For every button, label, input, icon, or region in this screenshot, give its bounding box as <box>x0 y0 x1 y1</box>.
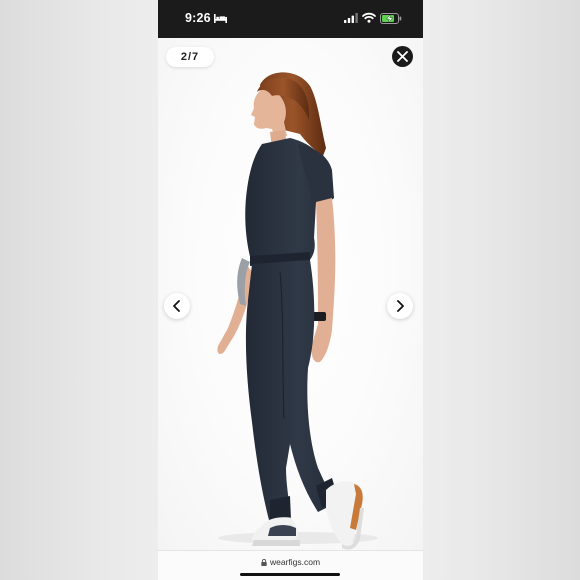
battery-charging-icon <box>380 13 402 24</box>
home-indicator[interactable] <box>240 573 340 576</box>
next-image-button[interactable] <box>387 293 413 319</box>
status-bar: 9:26 <box>158 0 423 38</box>
product-photo-model-jumpsuit <box>217 72 378 550</box>
chevron-right-icon <box>397 300 404 312</box>
status-time: 9:26 <box>185 11 211 25</box>
lock-icon <box>261 559 267 566</box>
wifi-icon <box>362 12 376 23</box>
image-counter: 2/7 <box>166 47 214 67</box>
close-icon <box>397 51 408 62</box>
bed-icon <box>214 14 227 23</box>
chevron-left-icon <box>173 300 180 312</box>
previous-image-button[interactable] <box>164 293 190 319</box>
url-text: wearfigs.com <box>269 557 321 567</box>
url-display[interactable]: wearfigs.com <box>158 557 423 567</box>
close-button[interactable] <box>392 46 413 67</box>
signal-icon <box>344 13 358 23</box>
phone-screen: 9:26 2/7 wearfigs.com <box>158 0 423 580</box>
